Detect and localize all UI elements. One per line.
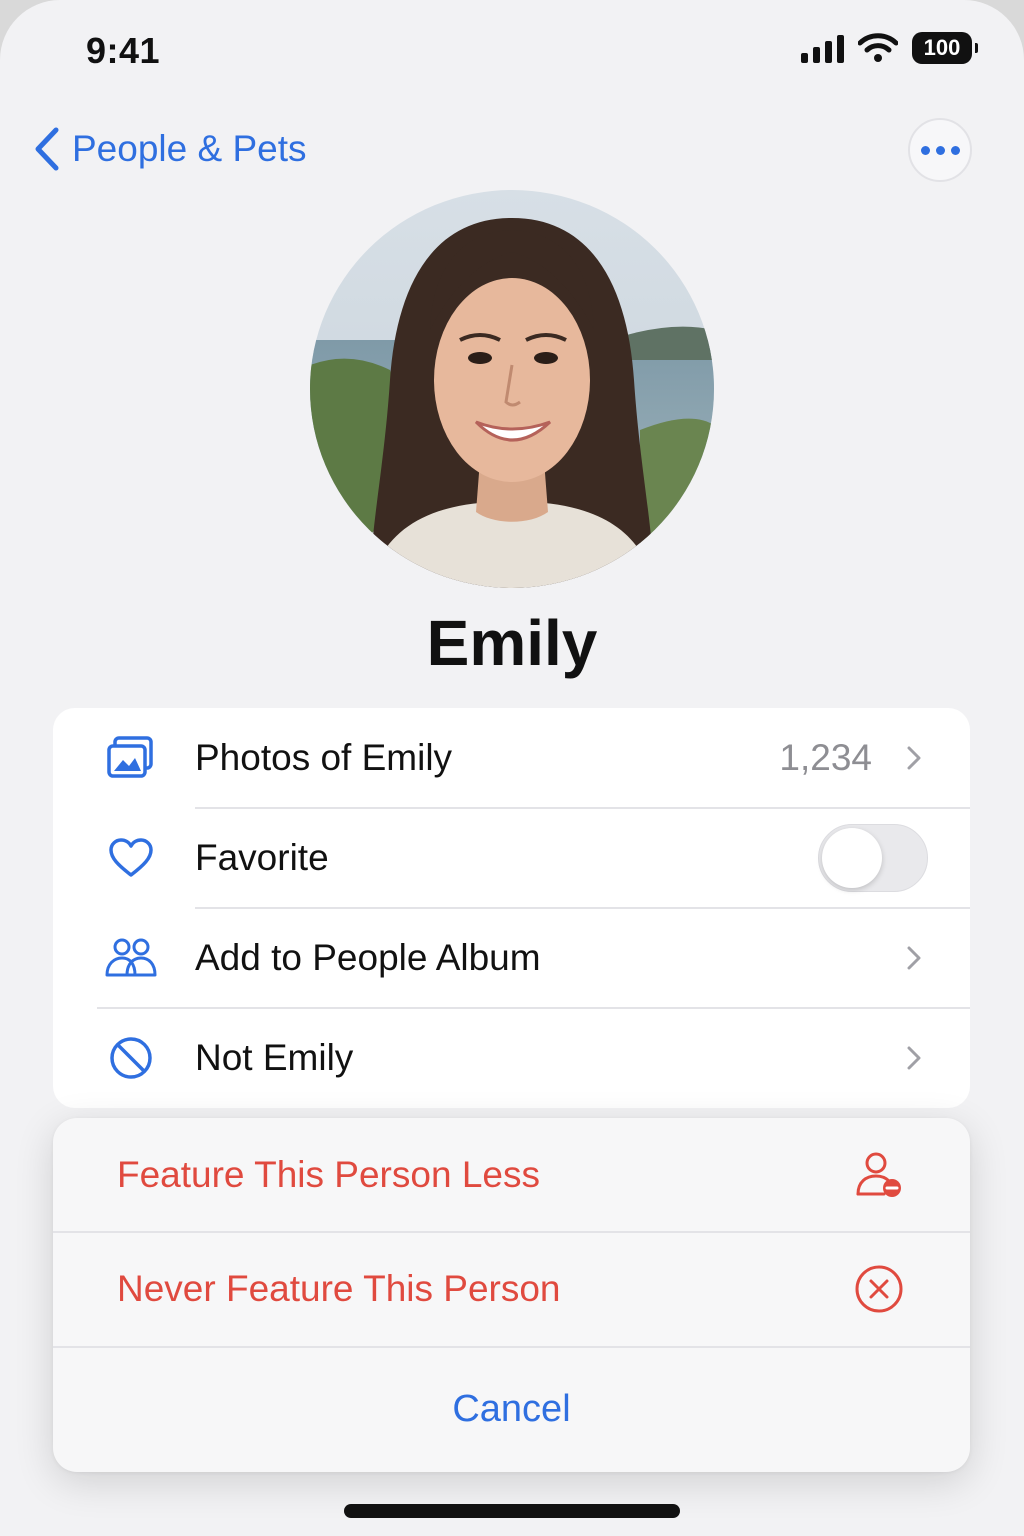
chevron-left-icon bbox=[35, 127, 59, 171]
people-icon bbox=[105, 932, 157, 984]
chevron-right-icon bbox=[907, 746, 921, 770]
add-to-people-album-row[interactable]: Add to People Album bbox=[53, 908, 970, 1008]
person-minus-icon bbox=[856, 1152, 901, 1197]
action-sheet: Feature This Person Less Never Feature T… bbox=[53, 1118, 970, 1472]
not-person-row[interactable]: Not Emily bbox=[53, 1008, 970, 1108]
favorite-label: Favorite bbox=[195, 837, 329, 878]
wifi-icon bbox=[858, 33, 898, 62]
phone-screen: 9:41 100 People & Pets Emily Photos of E… bbox=[0, 0, 1024, 1536]
battery-level: 100 bbox=[923, 35, 961, 60]
chevron-right-icon bbox=[907, 1046, 921, 1070]
battery-icon: 100 bbox=[912, 32, 978, 64]
status-icons: 100 bbox=[801, 32, 978, 64]
chevron-right-icon bbox=[907, 946, 921, 970]
person-options-list: Photos of Emily 1,234 Favorite Add to Pe… bbox=[53, 708, 970, 1108]
add-to-people-album-label: Add to People Album bbox=[195, 937, 541, 978]
toggle-knob bbox=[822, 828, 882, 888]
x-circle-icon bbox=[855, 1265, 903, 1313]
photos-count: 1,234 bbox=[779, 737, 872, 778]
photos-of-person-row[interactable]: Photos of Emily 1,234 bbox=[53, 708, 970, 808]
person-name: Emily bbox=[426, 607, 598, 679]
cancel-button[interactable]: Cancel bbox=[53, 1347, 970, 1472]
home-indicator[interactable] bbox=[344, 1504, 680, 1518]
not-person-label: Not Emily bbox=[195, 1037, 354, 1078]
person-photo bbox=[310, 190, 714, 588]
never-feature-label: Never Feature This Person bbox=[117, 1268, 561, 1309]
photos-of-person-label: Photos of Emily bbox=[195, 737, 453, 778]
prohibited-icon bbox=[105, 1032, 157, 1084]
feature-less-label: Feature This Person Less bbox=[117, 1154, 540, 1195]
never-feature-button[interactable]: Never Feature This Person bbox=[53, 1232, 970, 1346]
feature-less-button[interactable]: Feature This Person Less bbox=[53, 1118, 970, 1232]
status-time: 9:41 bbox=[86, 30, 161, 71]
heart-icon bbox=[105, 832, 157, 884]
back-button-label: People & Pets bbox=[72, 128, 307, 169]
photo-stack-icon bbox=[105, 732, 157, 784]
cancel-label: Cancel bbox=[452, 1388, 571, 1430]
cellular-signal-icon bbox=[801, 33, 844, 63]
favorite-toggle[interactable] bbox=[818, 824, 928, 892]
back-button[interactable]: People & Pets bbox=[32, 126, 306, 172]
favorite-row: Favorite bbox=[53, 808, 970, 908]
more-options-button[interactable] bbox=[908, 118, 972, 182]
person-avatar bbox=[310, 190, 714, 588]
ellipsis-icon bbox=[920, 145, 930, 155]
